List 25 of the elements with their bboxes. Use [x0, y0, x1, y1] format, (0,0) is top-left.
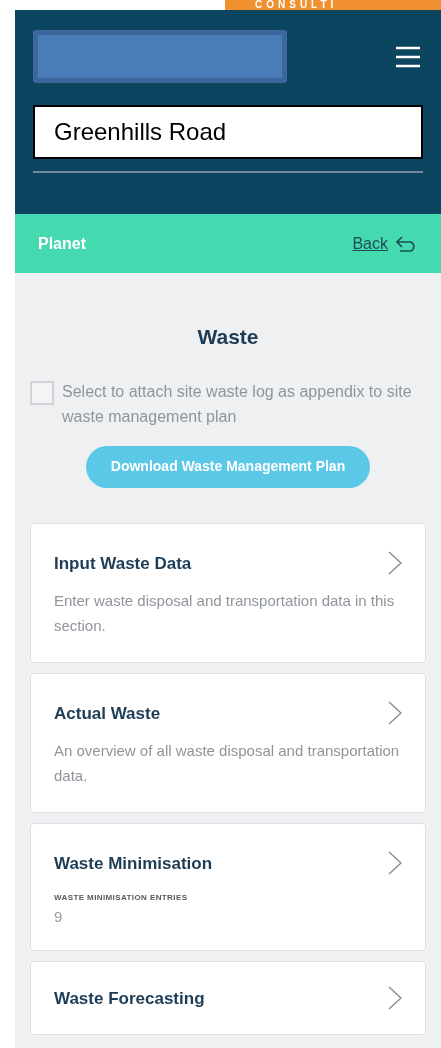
- chevron-right-icon: [388, 551, 402, 576]
- card-title: Waste Minimisation: [54, 852, 213, 875]
- chevron-right-icon: [388, 851, 402, 876]
- back-link[interactable]: Back: [352, 231, 418, 256]
- menu-icon[interactable]: [395, 44, 421, 69]
- section-card[interactable]: Actual Waste An overview of all waste disposal and transportation data.: [30, 672, 426, 813]
- site-name-field[interactable]: Greenhills Road: [33, 105, 423, 159]
- checkbox[interactable]: [30, 380, 54, 405]
- card-description: Enter waste disposal and transportation data in this section.: [54, 591, 396, 636]
- section-card[interactable]: Waste Forecasting: [30, 960, 426, 1035]
- stat-label: WASTE MINIMISATION ENTRIES: [54, 892, 189, 904]
- nav-title: Planet: [38, 233, 86, 254]
- brand-banner: CONSULTI: [225, 0, 441, 10]
- chevron-right-icon: [388, 986, 402, 1011]
- checkbox-label: Select to attach site waste log as appendix to site waste management plan: [62, 381, 413, 427]
- card-title: Input Waste Data: [54, 552, 192, 575]
- section-card[interactable]: Input Waste Data Enter waste disposal and transportation data in this section.: [30, 522, 426, 663]
- section-card[interactable]: Waste Minimisation WASTE MINIMISATION ENTRIES 9: [30, 822, 426, 951]
- stat-value: 9: [54, 907, 64, 927]
- return-arrow-icon: [396, 235, 418, 252]
- card-title: Actual Waste: [54, 702, 161, 725]
- chevron-right-icon: [388, 701, 402, 726]
- card-description: An overview of all waste disposal and transportation data.: [54, 741, 401, 786]
- card-title: Waste Forecasting: [54, 987, 205, 1010]
- page-title: Waste: [196, 324, 260, 350]
